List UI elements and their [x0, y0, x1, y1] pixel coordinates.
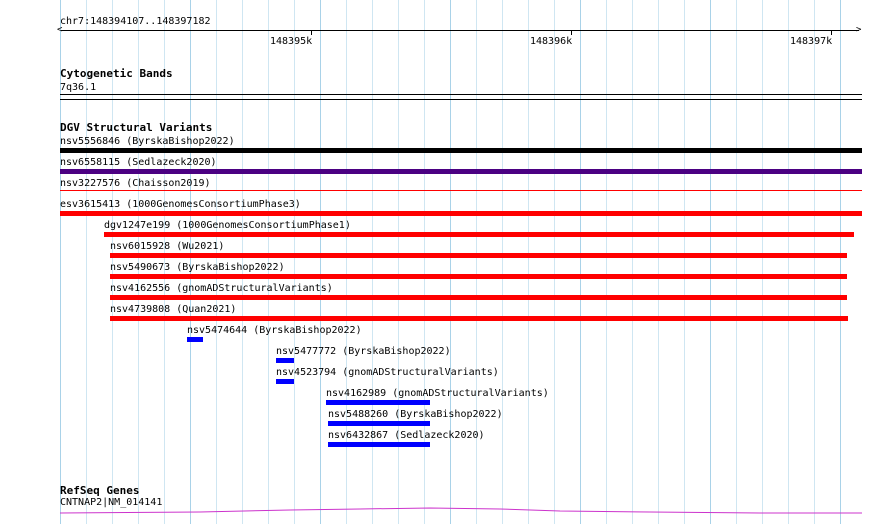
- variant-bar[interactable]: [60, 211, 862, 216]
- variant-label[interactable]: nsv5556846 (ByrskaBishop2022): [60, 136, 235, 147]
- ruler-label: 148396k: [530, 36, 573, 47]
- gridline: [580, 0, 581, 524]
- variant-bar[interactable]: [60, 190, 862, 191]
- variant-bar[interactable]: [110, 274, 847, 279]
- variant-label[interactable]: nsv5488260 (ByrskaBishop2022): [328, 409, 503, 420]
- variant-label[interactable]: nsv6015928 (Wu2021): [110, 241, 224, 252]
- gridline: [554, 0, 555, 524]
- variant-label[interactable]: nsv4162989 (gnomADStructuralVariants): [326, 388, 549, 399]
- variant-bar[interactable]: [276, 358, 294, 363]
- variant-label[interactable]: nsv4162556 (gnomADStructuralVariants): [110, 283, 333, 294]
- ruler-line: [61, 30, 859, 31]
- variant-label[interactable]: nsv4523794 (gnomADStructuralVariants): [276, 367, 499, 378]
- gridline: [840, 0, 841, 524]
- variant-label[interactable]: dgv1247e199 (1000GenomesConsortiumPhase1…: [104, 220, 351, 231]
- variant-label[interactable]: nsv5474644 (ByrskaBishop2022): [187, 325, 362, 336]
- cytoband-track-title[interactable]: Cytogenetic Bands: [60, 68, 173, 80]
- gene-intron-line: [59, 507, 862, 514]
- ruler-tick: [571, 30, 572, 35]
- gridline: [788, 0, 789, 524]
- variant-label[interactable]: nsv5477772 (ByrskaBishop2022): [276, 346, 451, 357]
- gridline: [762, 0, 763, 524]
- dgv-track-title[interactable]: DGV Structural Variants: [60, 122, 212, 134]
- gridline: [814, 0, 815, 524]
- cytoband-label: 7q36.1: [60, 82, 97, 93]
- variant-bar[interactable]: [60, 148, 862, 153]
- gridline: [294, 0, 295, 524]
- gene-model[interactable]: [0, 505, 890, 524]
- location-label: chr7:148394107..148397182: [60, 16, 211, 27]
- gridline: [528, 0, 529, 524]
- variant-bar[interactable]: [60, 169, 862, 174]
- variant-label[interactable]: nsv6432867 (Sedlazeck2020): [328, 430, 485, 441]
- gridline: [684, 0, 685, 524]
- variant-bar[interactable]: [104, 232, 854, 237]
- gridline: [736, 0, 737, 524]
- gridline: [658, 0, 659, 524]
- gridline: [710, 0, 711, 524]
- variant-bar[interactable]: [328, 421, 430, 426]
- variant-bar[interactable]: [110, 295, 847, 300]
- ruler-label: 148395k: [270, 36, 313, 47]
- variant-label[interactable]: esv3615413 (1000GenomesConsortiumPhase3): [60, 199, 301, 210]
- scroll-right-icon[interactable]: >: [856, 26, 861, 35]
- refseq-track-title[interactable]: RefSeq Genes: [60, 485, 139, 497]
- variant-bar[interactable]: [276, 379, 294, 384]
- gridline: [632, 0, 633, 524]
- gridline: [476, 0, 477, 524]
- variant-bar[interactable]: [110, 253, 847, 258]
- variant-label[interactable]: nsv4739808 (Quan2021): [110, 304, 236, 315]
- ruler-label: 148397k: [790, 36, 833, 47]
- variant-bar[interactable]: [328, 442, 430, 447]
- cytoband-line: [60, 94, 862, 95]
- genome-browser-panel: chr7:148394107..148397182 < > 148395k 14…: [0, 0, 890, 524]
- gridline: [606, 0, 607, 524]
- cytoband-line: [60, 99, 862, 100]
- variant-label[interactable]: nsv6558115 (Sedlazeck2020): [60, 157, 217, 168]
- gridline: [450, 0, 451, 524]
- variant-label[interactable]: nsv5490673 (ByrskaBishop2022): [110, 262, 285, 273]
- ruler-tick: [831, 30, 832, 35]
- variant-bar[interactable]: [326, 400, 430, 405]
- variant-bar[interactable]: [110, 316, 848, 321]
- variant-label[interactable]: nsv3227576 (Chaisson2019): [60, 178, 211, 189]
- gridline: [502, 0, 503, 524]
- gridline: [320, 0, 321, 524]
- ruler-tick: [311, 30, 312, 35]
- variant-bar[interactable]: [187, 337, 203, 342]
